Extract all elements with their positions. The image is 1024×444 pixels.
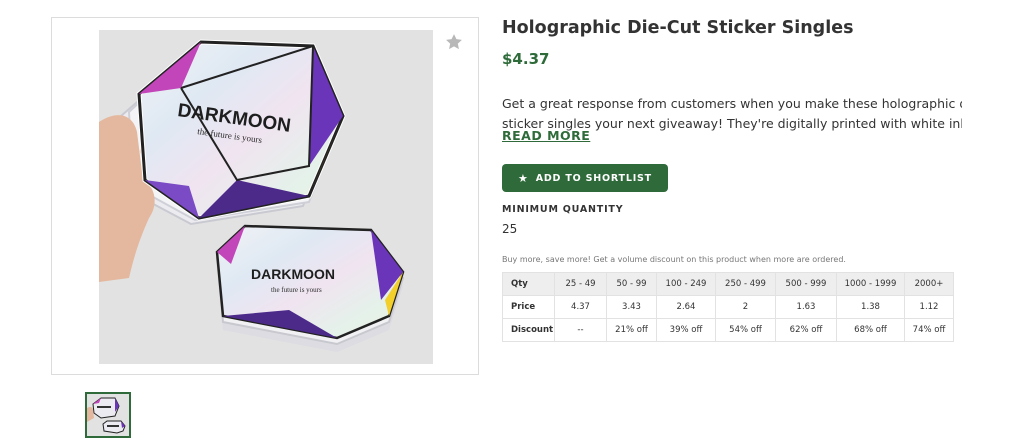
tier-discount: 39% off: [656, 318, 716, 342]
tier-discount: 21% off: [606, 318, 657, 342]
tier-price: 4.37: [554, 295, 607, 319]
tier-qty: 25 - 49: [554, 272, 607, 296]
product-title: Holographic Die-Cut Sticker Singles: [502, 18, 854, 38]
add-to-shortlist-button[interactable]: ★ ADD TO SHORTLIST: [502, 164, 668, 192]
tier-discount: --: [554, 318, 607, 342]
stack-brand-text: DARKMOON: [251, 266, 335, 282]
tier-qty: 100 - 249: [656, 272, 716, 296]
tier-price: 1.12: [904, 295, 954, 319]
product-price: $4.37: [502, 50, 550, 68]
pricing-discount-row: Discount -- 21% off 39% off 54% off 62% …: [502, 318, 954, 342]
product-main-image[interactable]: DARKMOON the future is yours DARKMOON th…: [99, 30, 433, 364]
tier-discount: 62% off: [775, 318, 837, 342]
tier-price: 2.64: [656, 295, 716, 319]
star-icon[interactable]: [444, 32, 464, 52]
tier-price: 1.38: [836, 295, 905, 319]
stack-tagline-text: the future is yours: [271, 286, 322, 294]
tier-qty: 250 - 499: [715, 272, 776, 296]
tier-price: 1.63: [775, 295, 837, 319]
pricing-table: Qty 25 - 49 50 - 99 100 - 249 250 - 499 …: [502, 272, 954, 342]
tier-qty: 2000+: [904, 272, 954, 296]
tier-discount: 74% off: [904, 318, 954, 342]
add-to-shortlist-label: ADD TO SHORTLIST: [535, 172, 652, 184]
tier-price: 3.43: [606, 295, 657, 319]
pricing-price-row: Price 4.37 3.43 2.64 2 1.63 1.38 1.12: [502, 295, 954, 319]
minimum-quantity-label: MINIMUM QUANTITY: [502, 204, 624, 215]
tier-qty: 50 - 99: [606, 272, 657, 296]
tier-qty: 1000 - 1999: [836, 272, 905, 296]
qty-label: Qty: [502, 272, 555, 296]
tier-qty: 500 - 999: [775, 272, 837, 296]
tier-discount: 54% off: [715, 318, 776, 342]
discount-label: Discount: [502, 318, 555, 342]
pricing-header-row: Qty 25 - 49 50 - 99 100 - 249 250 - 499 …: [502, 272, 954, 296]
read-more-link[interactable]: READ MORE: [502, 128, 590, 143]
volume-discount-note: Buy more, save more! Get a volume discou…: [502, 255, 846, 264]
price-label: Price: [502, 295, 555, 319]
star-icon: ★: [518, 171, 529, 185]
tier-discount: 68% off: [836, 318, 905, 342]
tier-price: 2: [715, 295, 776, 319]
minimum-quantity-value: 25: [502, 222, 518, 236]
product-image-frame: DARKMOON the future is yours DARKMOON th…: [51, 17, 479, 375]
product-thumbnail[interactable]: [85, 392, 131, 438]
description-line: Get a great response from customers when…: [502, 96, 962, 111]
